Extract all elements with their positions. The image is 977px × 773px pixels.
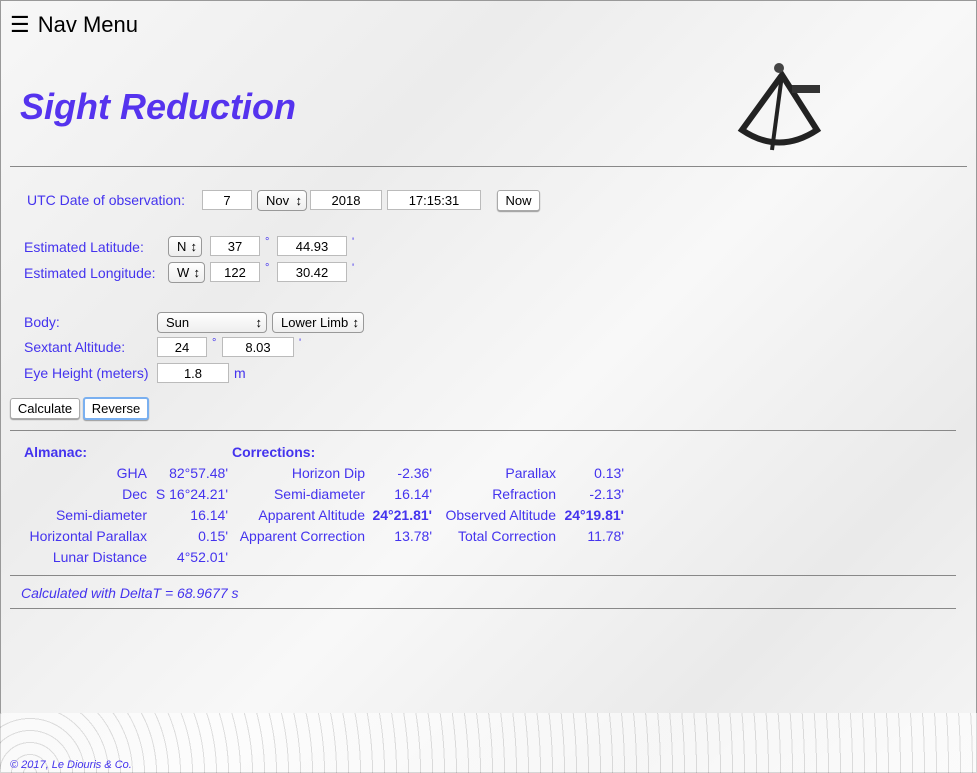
- eye-height-label: Eye Height (meters): [24, 365, 149, 381]
- month-select[interactable]: Nov ↕: [257, 190, 307, 211]
- degree-symbol: °: [265, 262, 270, 274]
- day-input[interactable]: 7: [202, 190, 252, 210]
- longitude-hemisphere-select[interactable]: W ↕: [168, 262, 205, 283]
- degree-symbol: °: [265, 236, 270, 248]
- result-value: 24°19.81': [564, 506, 624, 523]
- latitude-hemisphere-select[interactable]: N ↕: [168, 236, 202, 257]
- result-label: Parallax: [505, 464, 556, 481]
- table-row: GHA 82°57.48' Horizon Dip -2.36' Parallax 0.1…: [20, 462, 624, 483]
- result-label: Dec: [122, 485, 147, 502]
- body-select[interactable]: Sun ↕: [157, 312, 267, 333]
- calculate-button[interactable]: Calculate: [10, 398, 80, 419]
- result-label: Refraction: [492, 485, 556, 502]
- degree-symbol: °: [212, 337, 217, 349]
- longitude-label: Estimated Longitude:: [24, 265, 156, 281]
- select-arrows-icon: ↕: [255, 315, 263, 330]
- limb-select[interactable]: Lower Limb ↕: [272, 312, 364, 333]
- page-title: Sight Reduction: [20, 86, 296, 127]
- almanac-heading: Almanac:: [24, 443, 88, 460]
- footer-copyright: © 2017, Le Diouris & Co.: [10, 759, 132, 771]
- result-value: 0.13': [594, 464, 624, 481]
- latitude-label: Estimated Latitude:: [24, 239, 144, 255]
- divider: [10, 608, 956, 609]
- result-label: Total Correction: [457, 527, 556, 544]
- divider: [10, 166, 967, 167]
- lat-hemi-value: N: [177, 239, 187, 254]
- waves-decoration: [0, 713, 977, 773]
- longitude-degrees-input[interactable]: 122: [210, 262, 260, 282]
- utc-date-label: UTC Date of observation:: [27, 192, 185, 208]
- sextant-icon: [737, 63, 822, 151]
- select-arrows-icon: ↕: [352, 315, 360, 330]
- body-value: Sun: [166, 315, 190, 330]
- deltat-note: Calculated with DeltaT = 68.9677 s: [21, 585, 239, 601]
- result-value: 24°21.81': [372, 506, 432, 523]
- month-value: Nov: [266, 193, 290, 208]
- divider: [10, 430, 956, 431]
- result-label: Semi-diameter: [55, 506, 147, 523]
- year-input[interactable]: 2018: [310, 190, 382, 210]
- corrections-heading: Corrections:: [232, 443, 316, 460]
- result-label: Observed Altitude: [445, 506, 556, 523]
- reverse-button[interactable]: Reverse: [83, 397, 149, 420]
- result-label: Lunar Distance: [52, 548, 147, 565]
- result-label: Semi-diameter: [273, 485, 365, 502]
- select-arrows-icon: ↕: [295, 193, 303, 208]
- result-value: -2.36': [397, 464, 432, 481]
- table-row: Semi-diameter 16.14' Apparent Altitude 24°2…: [20, 504, 624, 525]
- result-value: 13.78': [394, 527, 432, 544]
- result-label: Horizontal Parallax: [29, 527, 148, 544]
- latitude-minutes-input[interactable]: 44.93: [277, 236, 347, 256]
- sextant-minutes-input[interactable]: 8.03: [222, 337, 294, 357]
- results-table: Almanac: Corrections: GHA 82°57.48' Horizon…: [20, 441, 624, 567]
- divider: [10, 575, 956, 576]
- eye-height-unit: m: [234, 365, 246, 381]
- result-value: 16.14': [190, 506, 228, 523]
- result-value: 16.14': [394, 485, 432, 502]
- select-arrows-icon: ↕: [190, 239, 198, 254]
- result-label: Apparent Altitude: [258, 506, 365, 523]
- table-row: Lunar Distance 4°52.01': [20, 546, 624, 567]
- minute-symbol: ': [352, 262, 355, 274]
- result-value: 4°52.01': [176, 548, 228, 565]
- result-label: Horizon Dip: [291, 464, 365, 481]
- sextant-degrees-input[interactable]: 24: [157, 337, 207, 357]
- minute-symbol: ': [299, 337, 302, 349]
- body-label: Body:: [24, 314, 60, 330]
- result-value: S 16°24.21': [155, 485, 228, 502]
- result-value: 0.15': [198, 527, 228, 544]
- table-row: Dec S 16°24.21' Semi-diameter 16.14' Refract…: [20, 483, 624, 504]
- result-value: 82°57.48': [169, 464, 228, 481]
- result-value: 11.78': [587, 527, 624, 544]
- table-row: Horizontal Parallax 0.15' Apparent Correct…: [20, 525, 625, 546]
- result-label: GHA: [116, 464, 147, 481]
- time-input[interactable]: 17:15:31: [387, 190, 481, 210]
- result-label: Apparent Correction: [239, 527, 365, 544]
- result-value: -2.13': [589, 485, 624, 502]
- nav-menu-label: Nav Menu: [37, 12, 139, 37]
- select-arrows-icon: ↕: [193, 265, 201, 280]
- nav-menu-button[interactable]: ☰ Nav Menu: [10, 12, 138, 38]
- lon-hemi-value: W: [177, 265, 190, 280]
- minute-symbol: ': [352, 236, 355, 248]
- now-button[interactable]: Now: [497, 190, 540, 211]
- sextant-altitude-label: Sextant Altitude:: [24, 339, 126, 355]
- limb-value: Lower Limb: [281, 315, 349, 330]
- hamburger-icon: ☰: [10, 12, 30, 37]
- eye-height-input[interactable]: 1.8: [157, 363, 229, 383]
- longitude-minutes-input[interactable]: 30.42: [277, 262, 347, 282]
- latitude-degrees-input[interactable]: 37: [210, 236, 260, 256]
